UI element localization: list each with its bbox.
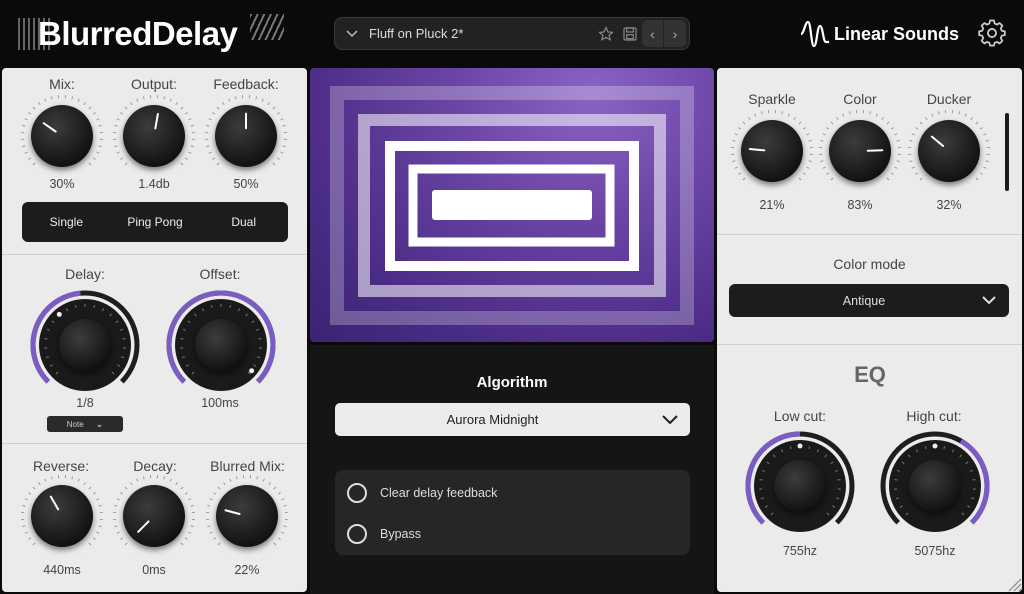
sparkle-knob[interactable]: [729, 108, 815, 194]
logo-text: BlurredDelay: [38, 15, 238, 52]
output-value: 1.4db: [138, 177, 170, 191]
offset-value: 100ms: [201, 396, 239, 410]
algorithm-value: Aurora Midnight: [446, 412, 539, 427]
offset-label: Offset:: [199, 266, 241, 282]
low-cut-knob[interactable]: [744, 430, 856, 542]
eq-title: EQ: [854, 362, 886, 387]
chevron-down-icon: [969, 293, 1009, 308]
decay-value: 0ms: [142, 563, 166, 577]
note-dropdown-label: Note: [66, 419, 84, 429]
right-panel: Sparkle Color Ducker 21% 83% 32% Color m…: [717, 68, 1022, 592]
scrollbar[interactable]: [1005, 113, 1009, 191]
algorithm-title: Algorithm: [476, 374, 548, 391]
color-mode-label: Color mode: [833, 256, 906, 272]
algorithm-panel: Algorithm Aurora Midnight Clear delay fe…: [310, 345, 714, 594]
reverse-value: 440ms: [43, 563, 81, 577]
mix-knob[interactable]: [19, 93, 105, 179]
low-cut-label: Low cut:: [773, 408, 827, 424]
divider: [2, 254, 307, 255]
color-label: Color: [843, 91, 877, 107]
output-knob[interactable]: [111, 93, 197, 179]
blurred-mix-value: 22%: [234, 563, 260, 577]
mode-dual[interactable]: Dual: [199, 215, 288, 229]
delay-label: Delay:: [65, 266, 105, 282]
waveform-icon: [800, 20, 829, 48]
bypass-option[interactable]: Bypass: [347, 524, 421, 544]
blurred-mix-label: Blurred Mix:: [210, 458, 285, 474]
color-knob[interactable]: [817, 108, 903, 194]
reverse-knob[interactable]: [19, 473, 105, 559]
color-value: 83%: [847, 198, 873, 212]
high-cut-value: 5075hz: [914, 544, 956, 558]
left-panel: Mix: Output: Feedback: 30% 1.4db 50% Sin…: [2, 68, 307, 592]
delay-value: 1/8: [76, 396, 94, 410]
ducker-knob[interactable]: [906, 108, 992, 194]
preset-nav: ‹ ›: [642, 20, 686, 47]
decay-knob[interactable]: [111, 473, 197, 559]
options-box: Clear delay feedback Bypass: [335, 470, 690, 555]
delay-mode-selector: Single Ping Pong Dual: [22, 202, 288, 242]
brand: Linear Sounds: [800, 18, 959, 50]
mix-value: 30%: [49, 177, 75, 191]
algorithm-visualizer: [310, 68, 714, 342]
feedback-knob[interactable]: [203, 93, 289, 179]
save-icon[interactable]: [618, 22, 642, 46]
decay-label: Decay:: [133, 458, 177, 474]
ducker-label: Ducker: [926, 91, 972, 107]
divider: [2, 443, 307, 444]
delay-knob[interactable]: [29, 289, 141, 401]
resize-handle-icon[interactable]: [1004, 574, 1022, 592]
clear-delay-feedback-option[interactable]: Clear delay feedback: [347, 483, 497, 503]
header: BlurredDelay Fluff on Pluck 2* ‹ › Linea…: [0, 0, 1024, 66]
chevron-left-icon[interactable]: ‹: [642, 20, 664, 47]
gear-icon[interactable]: [978, 19, 1006, 47]
chevron-down-icon: ⌄: [95, 418, 104, 429]
mode-ping-pong[interactable]: Ping Pong: [111, 215, 200, 229]
preset-selector[interactable]: Fluff on Pluck 2* ‹ ›: [334, 17, 690, 50]
option-label: Bypass: [380, 527, 421, 541]
high-cut-knob[interactable]: [879, 430, 991, 542]
preset-name[interactable]: Fluff on Pluck 2*: [369, 26, 594, 41]
note-dropdown[interactable]: Note ⌄: [47, 416, 123, 432]
divider: [717, 234, 1022, 235]
high-cut-label: High cut:: [906, 408, 962, 424]
divider: [717, 344, 1022, 345]
mix-label: Mix:: [49, 76, 75, 92]
feedback-label: Feedback:: [213, 76, 279, 92]
color-mode-value: Antique: [842, 293, 886, 308]
mode-single[interactable]: Single: [22, 215, 111, 229]
output-label: Output:: [131, 76, 177, 92]
sparkle-label: Sparkle: [748, 91, 796, 107]
chevron-down-icon: [650, 412, 690, 428]
color-mode-dropdown[interactable]: Antique: [729, 284, 1009, 317]
blurred-mix-knob[interactable]: [204, 473, 290, 559]
concentric-rectangles: [330, 86, 694, 325]
sparkle-value: 21%: [759, 198, 785, 212]
logo-stripes-right: [250, 14, 284, 40]
low-cut-value: 755hz: [782, 544, 818, 558]
radio-button[interactable]: [347, 483, 367, 503]
logo: BlurredDelay: [18, 14, 238, 54]
brand-name: Linear Sounds: [834, 23, 960, 44]
option-label: Clear delay feedback: [380, 486, 498, 500]
offset-knob[interactable]: [165, 289, 277, 401]
algorithm-dropdown[interactable]: Aurora Midnight: [335, 403, 690, 436]
feedback-value: 50%: [233, 177, 259, 191]
chevron-right-icon[interactable]: ›: [664, 20, 686, 47]
star-icon[interactable]: [594, 22, 618, 46]
reverse-label: Reverse:: [32, 458, 90, 474]
radio-button[interactable]: [347, 524, 367, 544]
ducker-value: 32%: [936, 198, 962, 212]
chevron-down-icon[interactable]: [335, 27, 369, 41]
